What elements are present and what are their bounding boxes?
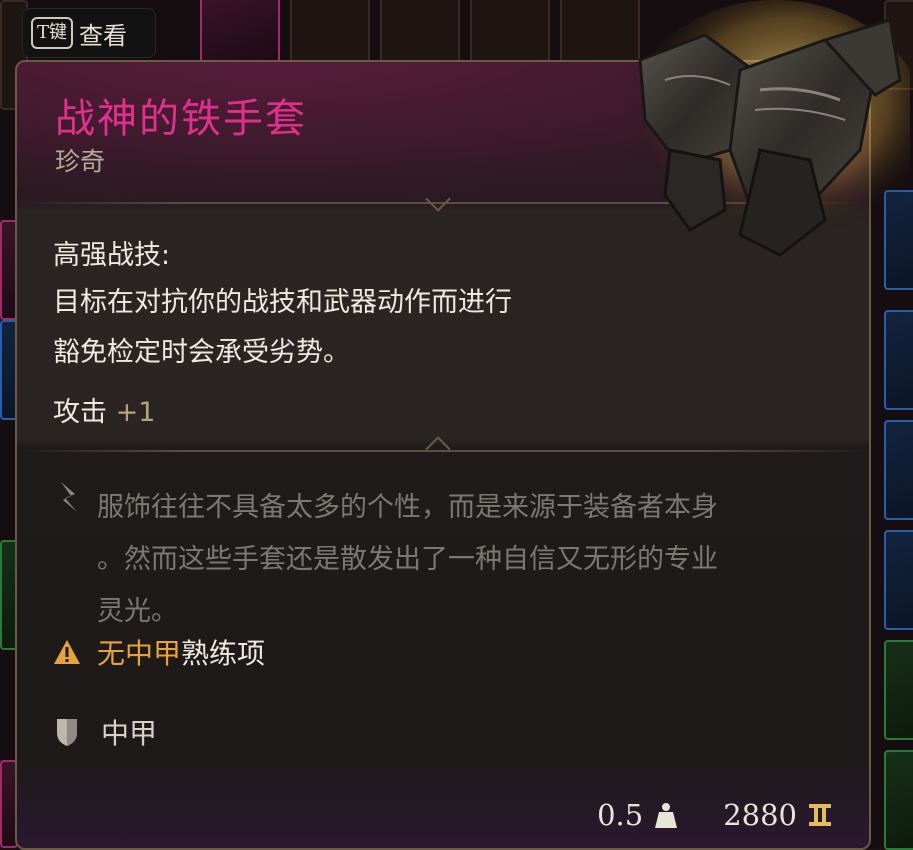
quill-icon — [61, 482, 77, 512]
attack-stat: 攻击 +1 — [53, 390, 155, 429]
shield-icon — [57, 719, 77, 746]
lore-text: 服饰往往不具备太多的个性，而是来源于装备者本身 。然而这些手套还是散发出了一种自… — [97, 482, 837, 638]
gauntlet-item-image — [625, 0, 910, 257]
view-key-hint[interactable]: T键 查看 — [22, 8, 156, 58]
inventory-slot[interactable] — [380, 0, 460, 64]
inventory-slot[interactable] — [470, 0, 550, 64]
warning-rest: 熟练项 — [181, 637, 266, 670]
gold-coin-icon — [809, 804, 831, 826]
inventory-slot[interactable] — [884, 750, 913, 850]
keyboard-key: T键 — [31, 17, 74, 49]
weight-value: 0.5 — [597, 798, 644, 832]
stat-value: +1 — [115, 397, 156, 428]
warning-icon — [54, 640, 80, 664]
lore-line: 灵光。 — [97, 596, 178, 627]
proficiency-warning: 无中甲熟练项 — [53, 632, 265, 672]
inventory-slot[interactable] — [884, 310, 913, 410]
inventory-slot[interactable] — [884, 420, 913, 520]
gold-value: 2880 — [723, 798, 797, 832]
armor-type: 中甲 — [55, 712, 157, 752]
item-name: 战神的铁手套 — [55, 96, 307, 142]
inventory-slot[interactable] — [884, 640, 913, 740]
item-rarity: 珍奇 — [55, 147, 106, 176]
passive-title: 高强战技: — [53, 240, 171, 271]
inventory-slot[interactable] — [290, 0, 370, 64]
lore-line: 服饰往往不具备太多的个性，而是来源于装备者本身 — [97, 492, 718, 523]
inventory-slot[interactable] — [200, 0, 280, 64]
lore-line: 。然而这些手套还是散发出了一种自信又无形的专业 — [97, 544, 718, 575]
divider-notch — [425, 436, 451, 462]
warning-text: 无中甲熟练项 — [97, 632, 265, 672]
weight-icon — [655, 803, 678, 828]
passive-description-line: 豁免检定时会承受劣势。 — [53, 337, 350, 368]
armor-type-label: 中甲 — [101, 717, 158, 750]
inventory-slot[interactable] — [884, 530, 913, 630]
stat-label: 攻击 — [53, 397, 107, 428]
view-label: 查看 — [79, 21, 128, 50]
passive-description-line: 目标在对抗你的战技和武器动作而进行 — [53, 287, 512, 318]
passive-ability: 高强战技: 目标在对抗你的战技和武器动作而进行 豁免检定时会承受劣势。 — [53, 234, 693, 378]
warning-highlight: 无中甲 — [97, 637, 182, 670]
item-footer: 0.5 2880 — [597, 798, 833, 832]
